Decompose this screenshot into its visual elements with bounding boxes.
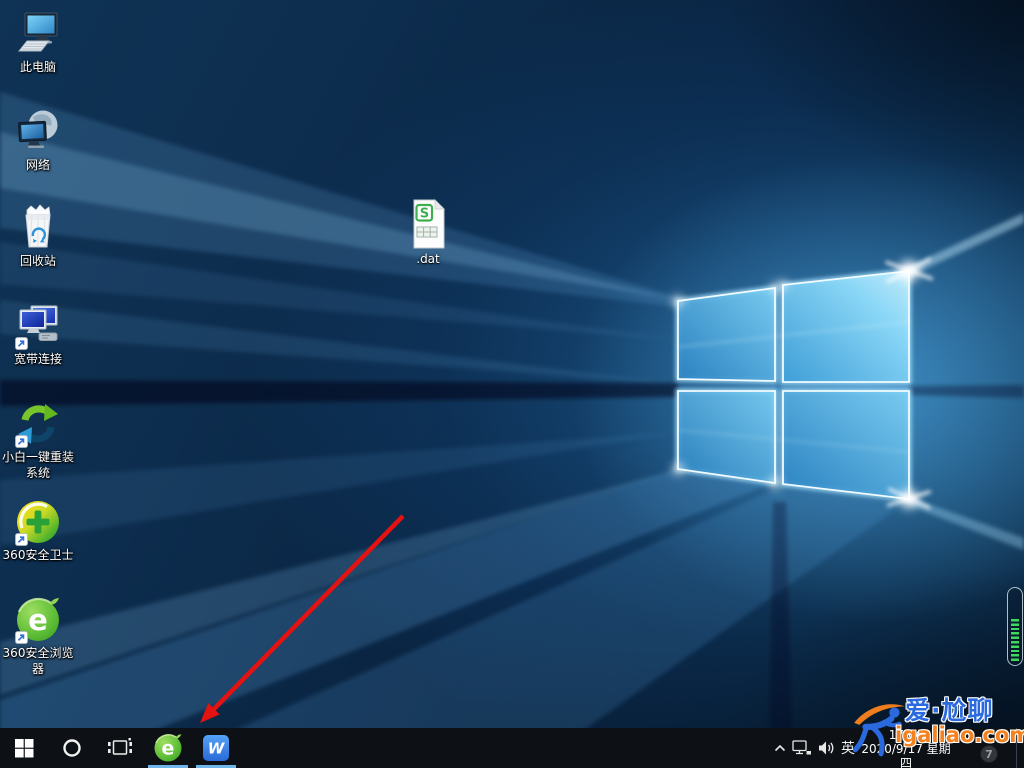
network-status-icon — [792, 740, 812, 757]
windows-start-icon — [15, 739, 34, 758]
desktop-icon-label: 360安全卫士 — [3, 548, 74, 564]
svg-text:W: W — [208, 740, 226, 758]
file-label: .dat — [416, 252, 440, 266]
xiaobai-reinstall-icon — [14, 400, 62, 448]
system-tray: 英 17:06 2020/9/17 星期四 — [770, 728, 1022, 768]
tray-network-button[interactable] — [790, 728, 814, 768]
shortcut-arrow-icon — [15, 631, 28, 644]
windows-desktop: 此电脑 网络 — [0, 0, 1024, 768]
desktop-icon-360-safeguard[interactable]: 360安全卫士 — [0, 498, 80, 564]
volume-level-indicator — [1007, 587, 1023, 666]
tray-clock[interactable]: 17:06 2020/9/17 星期四 — [858, 727, 954, 768]
task-view-icon — [107, 737, 133, 759]
broadband-connection-icon — [14, 302, 62, 350]
shortcut-arrow-icon — [15, 435, 28, 448]
wallpaper-art — [0, 0, 1024, 768]
desktop-file-dat[interactable]: S .dat — [386, 198, 470, 266]
tray-ime-indicator[interactable]: 英 — [838, 728, 858, 768]
desktop-icon-label: 网络 — [26, 158, 50, 174]
desktop-icon-this-pc[interactable]: 此电脑 — [0, 10, 80, 76]
tray-volume-button[interactable] — [814, 728, 838, 768]
shortcut-arrow-icon — [15, 533, 28, 546]
svg-text:e: e — [28, 603, 48, 637]
shortcut-arrow-icon — [15, 337, 28, 350]
network-icon — [14, 108, 62, 156]
speaker-icon — [817, 740, 835, 756]
clock-date: 2020/9/17 星期四 — [858, 742, 954, 768]
volume-bars — [1011, 618, 1019, 661]
desktop-icon-label: 回收站 — [20, 254, 56, 270]
task-view-button[interactable] — [96, 728, 144, 768]
cortana-circle-icon — [62, 738, 82, 758]
desktop-icon-label: 360安全浏览器 — [0, 646, 79, 677]
desktop-icon-360-browser[interactable]: e 360安全浏览器 — [0, 596, 80, 677]
clock-time: 17:06 — [858, 728, 954, 742]
desktop-icon-label: 此电脑 — [20, 60, 56, 76]
show-desktop-button[interactable] — [1016, 728, 1022, 768]
dat-file-icon: S — [405, 198, 451, 250]
start-button[interactable] — [0, 728, 48, 768]
chevron-up-icon — [774, 744, 786, 752]
desktop-icon-label: 宽带连接 — [14, 352, 62, 368]
360-browser-icon: e — [153, 733, 183, 763]
this-pc-icon — [14, 10, 62, 58]
desktop-icon-broadband[interactable]: 宽带连接 — [0, 302, 80, 368]
tray-chevron-button[interactable] — [770, 728, 790, 768]
recycle-bin-icon — [14, 204, 62, 252]
desktop-icon-xiaobai-reinstall[interactable]: 小白一键重装系统 — [0, 400, 80, 481]
wps-office-icon: W — [202, 734, 230, 762]
svg-text:e: e — [162, 738, 175, 760]
desktop-icon-label: 小白一键重装系统 — [0, 450, 79, 481]
taskbar-app-360-browser[interactable]: e — [144, 728, 192, 768]
360-browser-icon: e — [14, 596, 62, 644]
desktop-icon-recycle-bin[interactable]: 回收站 — [0, 204, 80, 270]
360-safeguard-icon — [14, 498, 62, 546]
tray-spacer — [954, 728, 1016, 768]
taskbar-app-wps-office[interactable]: W — [192, 728, 240, 768]
cortana-button[interactable] — [48, 728, 96, 768]
desktop-icon-network[interactable]: 网络 — [0, 108, 80, 174]
svg-text:S: S — [420, 207, 429, 222]
